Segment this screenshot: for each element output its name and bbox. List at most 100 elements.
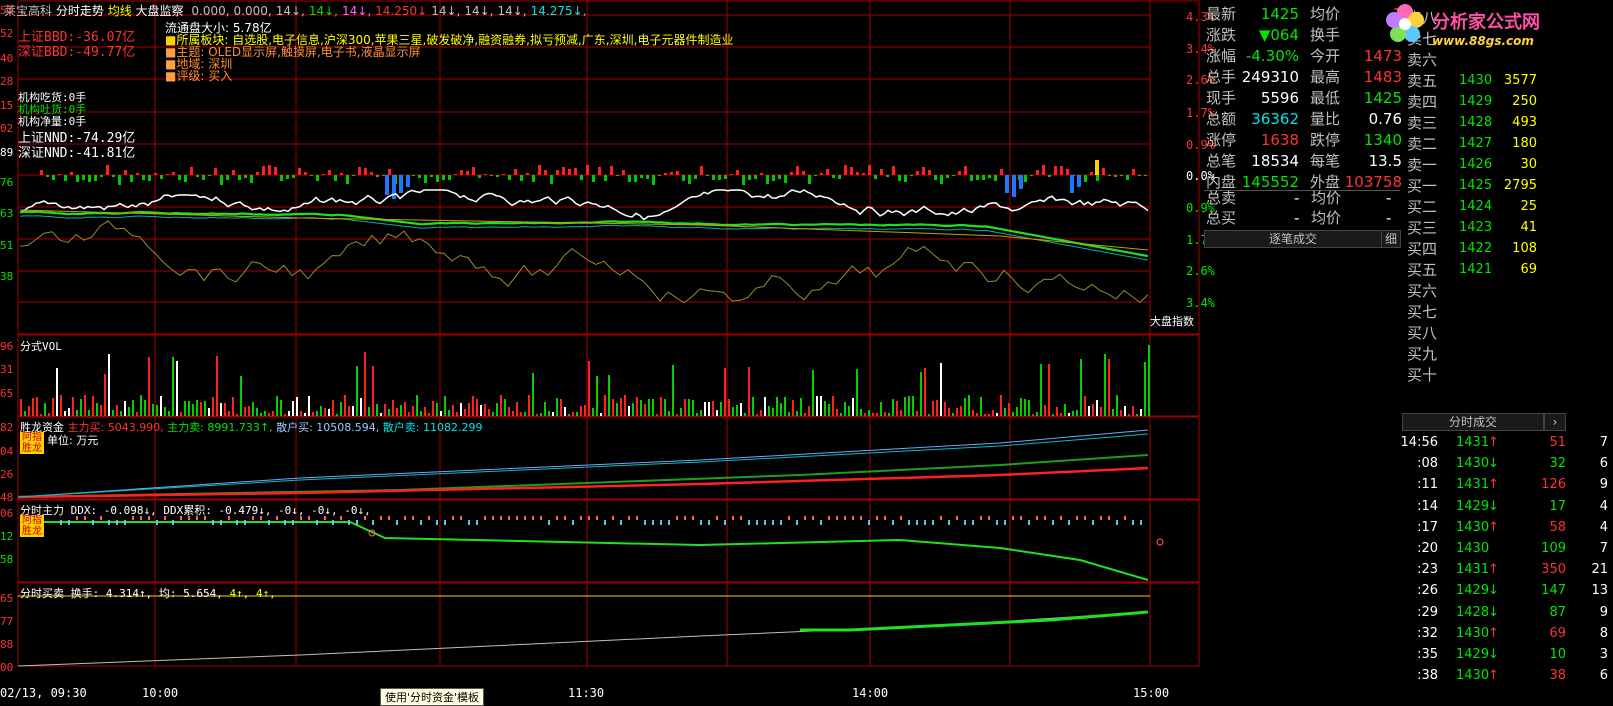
volume-bar: [352, 406, 354, 416]
volume-bar: [388, 409, 390, 416]
ddx-bar: [1132, 169, 1135, 175]
ddx-minibar: [572, 520, 574, 525]
volume-bar: [640, 400, 642, 416]
ddx-bar: [406, 175, 410, 187]
ddx-bar: [1042, 165, 1045, 175]
volume-bar: [1112, 409, 1114, 416]
volume-bar: [660, 397, 662, 416]
capital-scale-2: 04: [0, 445, 14, 458]
ddx-bar: [688, 175, 691, 184]
turnover-line: [17, 611, 1149, 667]
volume-bar: [644, 404, 646, 416]
volume-bar: [428, 413, 430, 416]
ddx-bar: [946, 175, 949, 178]
bid-row[interactable]: 买一 1425 2795: [1407, 176, 1537, 196]
bid-row[interactable]: 买二 1424 25: [1407, 197, 1537, 217]
ask-row[interactable]: 卖三 1428 493: [1407, 113, 1537, 133]
capital-badge[interactable]: 阿指 胜龙: [20, 432, 44, 454]
volume-bar: [956, 408, 958, 416]
volume-bar: [752, 397, 754, 416]
book-volume: 108: [1512, 241, 1537, 256]
tick-dir-icon: ↓: [1488, 583, 1499, 599]
ddx-minibar: [532, 516, 534, 520]
ddx-bar: [748, 175, 751, 180]
bid-row[interactable]: 买五 1421 69: [1407, 260, 1537, 280]
ddx-minibar: [564, 516, 566, 520]
volume-bar: [512, 411, 514, 416]
volume-bar: [1056, 407, 1058, 416]
book-volume: 180: [1512, 136, 1537, 151]
volume-bar: [348, 406, 350, 416]
trades-tab[interactable]: 逐笔成交: [1204, 230, 1382, 248]
book-price: 1421: [1459, 262, 1493, 277]
ddx-bar: [496, 175, 499, 177]
volume-bar: [1048, 364, 1050, 416]
ask-row[interactable]: 卖六: [1407, 50, 1537, 70]
ddx-bar: [399, 175, 403, 193]
tick-time: :23: [1417, 562, 1438, 578]
volume-bar: [80, 399, 82, 416]
chart-type[interactable]: 分时走势: [56, 4, 104, 18]
tick-volume: 51: [1549, 435, 1566, 450]
volume-bar: [208, 408, 210, 416]
chart-title-bar: 莱宝高科 分时走势 均线 大盘监察 0.000, 0.000, 14↓, 14↓, 14…: [4, 2, 586, 19]
market-watch-label[interactable]: 大盘监察: [136, 4, 184, 18]
ddx-bar: [640, 175, 643, 178]
ddx-bar: [1030, 175, 1033, 176]
bid-row[interactable]: 买七: [1407, 302, 1537, 322]
bid-row[interactable]: 买六: [1407, 281, 1537, 301]
volume-bar: [1080, 359, 1082, 416]
turnover-title: 分时买卖: [20, 587, 64, 600]
bid-row[interactable]: 买八: [1407, 323, 1537, 343]
ddx-bar: [526, 173, 529, 175]
volume-bar: [736, 405, 738, 416]
ask-row[interactable]: 卖四 1429 250: [1407, 92, 1537, 112]
ddx-minibar: [644, 520, 646, 525]
tick-time: :32: [1417, 625, 1438, 641]
ddx-bar: [1114, 175, 1117, 177]
volume-bar: [1132, 406, 1134, 416]
ddx-badge[interactable]: 阿指 胜龙: [20, 515, 44, 537]
ddx-bar: [934, 175, 937, 180]
book-volume: 41: [1520, 220, 1537, 235]
tick-row: :32 1430 ↑ 69 8: [1404, 624, 1610, 644]
volume-bar: [536, 414, 538, 416]
volume-bar: [908, 396, 910, 416]
book-level: 买八: [1407, 324, 1438, 342]
ddx-bar: [1144, 175, 1147, 176]
volume-bar: [212, 397, 214, 416]
minute-trades-tab[interactable]: 分时成交: [1402, 413, 1544, 431]
ddx-bar: [1070, 175, 1074, 193]
volume-bar: [444, 396, 446, 416]
ddx-bar: [352, 175, 355, 176]
ddx-bar: [1084, 175, 1087, 182]
tick-dir-icon: ↑: [1488, 562, 1499, 578]
ddx-bar: [184, 175, 187, 182]
ddx-minibar: [108, 520, 110, 525]
ddx-minibar: [1084, 516, 1086, 520]
ddx-bar: [790, 172, 793, 175]
bid-row[interactable]: 买十: [1407, 365, 1537, 385]
bid-row[interactable]: 买四 1422 108: [1407, 239, 1537, 259]
vol-scale-3: 65: [0, 387, 14, 400]
avg-line-label[interactable]: 均线: [108, 4, 132, 18]
ask-row[interactable]: 卖五 1430 3577: [1407, 71, 1537, 91]
ddx-bar: [298, 168, 301, 175]
bid-row[interactable]: 买三 1423 41: [1407, 218, 1537, 238]
ddx-bar: [706, 175, 709, 176]
tick-count: 6: [1599, 668, 1608, 684]
ddx-minibar: [404, 516, 406, 520]
detail-tab[interactable]: 细: [1381, 230, 1401, 248]
ask-row[interactable]: 卖一 1426 30: [1407, 155, 1537, 175]
volume-bar: [616, 403, 618, 416]
ddx-bar: [238, 175, 241, 180]
more-tab[interactable]: ›: [1544, 413, 1566, 431]
ddx-bar: [952, 175, 955, 176]
ddx-minibar: [740, 516, 742, 520]
bid-row[interactable]: 买九: [1407, 344, 1537, 364]
ddx-minibar: [92, 520, 94, 525]
ddx-bar: [478, 175, 481, 178]
ddx-bar: [976, 175, 979, 180]
book-level: 买一: [1407, 177, 1438, 195]
ask-row[interactable]: 卖二 1427 180: [1407, 134, 1537, 154]
